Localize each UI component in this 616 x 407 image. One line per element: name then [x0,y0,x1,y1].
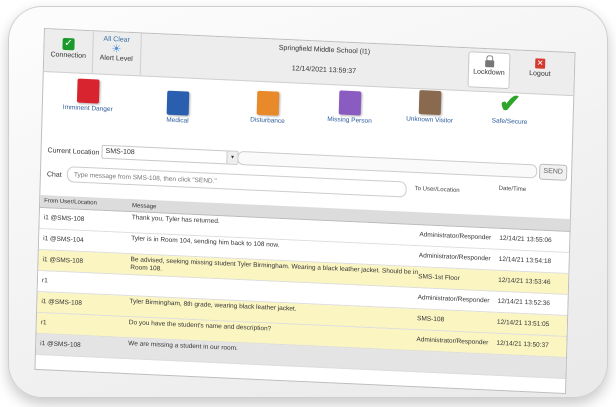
close-icon: ✕ [535,58,546,69]
chat-label: Chat [46,171,62,179]
missing-person-icon [338,90,362,116]
unknown-visitor-icon [418,90,442,116]
connection-check-icon: ✓ [62,37,75,51]
chat-input[interactable] [66,166,407,198]
disturbance-icon [256,90,280,116]
location-message-field[interactable] [237,150,538,179]
connection-label: Connection [50,51,87,60]
lockdown-label: Lockdown [473,68,505,77]
imminent-danger-icon [76,78,100,104]
chevron-down-icon: ▼ [226,151,238,164]
tablet-frame: ✓ Connection All Clear ☀ Alert Level Spr… [8,6,608,398]
logout-button[interactable]: ✕ Logout [520,54,561,90]
alert-missing-person[interactable]: Missing Person [314,89,385,125]
connection-status: ✓ Connection [43,29,94,74]
send-button[interactable]: SEND [538,163,568,181]
alert-level-label: Alert Level [99,54,133,64]
alert-disturbance[interactable]: Disturbance [232,90,303,126]
lock-icon [484,60,494,68]
alert-medical[interactable]: Medical [142,90,213,126]
logout-label: Logout [529,70,551,79]
medical-icon [166,90,190,116]
lockdown-button[interactable]: Lockdown [467,51,511,90]
location-select[interactable]: SMS-108 ▼ [101,144,239,165]
alert-level: All Clear ☀ Alert Level [91,31,142,76]
location-value: SMS-108 [105,147,135,157]
app-screen: ✓ Connection All Clear ☀ Alert Level Spr… [34,28,576,395]
alert-unknown-visitor[interactable]: Unknown Visitor [395,89,466,125]
current-location-label: Current Location [47,147,100,157]
current-datetime: 12/14/2021 13:59:37 [291,65,357,76]
alert-safe-secure[interactable]: ✔ Safe/Secure [474,87,545,127]
col-to-header: To User/Location [414,185,460,194]
school-name: Springfield Middle School (I1) [278,44,371,56]
safe-secure-check-icon: ✔ [498,87,522,119]
col-from-header: From User/Location [44,198,97,207]
alert-imminent-danger[interactable]: Imminent Danger [53,77,124,113]
message-table: From User/Location Message i1 @SMS-108 T… [35,194,570,379]
col-datetime-header: Date/Time [498,185,527,194]
